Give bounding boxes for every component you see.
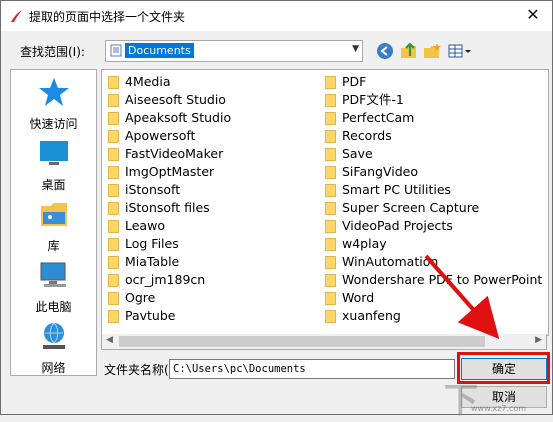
back-icon[interactable] [375,41,395,61]
library-icon [40,203,67,226]
list-item[interactable]: Aiseesoft Studio [108,91,226,109]
list-item[interactable]: Pavtube [108,307,175,325]
folder-icon [108,94,119,107]
list-item[interactable]: Log Files [108,235,179,253]
folder-icon [325,202,336,215]
folder-icon [325,220,336,233]
star-icon [38,78,69,106]
up-folder-icon[interactable] [399,41,419,61]
folder-icon [108,112,119,125]
list-item[interactable]: PDF [325,73,366,91]
places-bar: 快速访问 桌面 库 此电脑 网络 [10,69,97,376]
folder-icon [325,148,336,161]
close-icon[interactable]: ✕ [522,4,544,26]
look-in-dropdown[interactable]: Documents ▼ [105,40,363,62]
list-item[interactable]: PerfectCam [325,109,414,127]
scroll-right-icon[interactable]: ▶ [535,335,542,345]
folder-icon [325,292,336,305]
folder-icon [325,184,336,197]
list-item[interactable]: Apeaksoft Studio [108,109,231,127]
desktop-icon [39,141,68,165]
folder-icon [325,310,336,323]
list-item[interactable]: 4Media [108,73,171,91]
title-bar: 提取的页面中选择一个文件夹 ✕ [1,1,552,31]
list-item[interactable]: xuanfeng [325,307,401,325]
app-logo-icon [11,10,22,22]
folder-icon [108,148,119,161]
folder-picker-dialog: 提取的页面中选择一个文件夹 ✕ 查找范围(I): Documents ▼ 快速访… [0,0,553,421]
list-item[interactable]: Apowersoft [108,127,195,145]
folder-icon [325,274,336,287]
folder-icon [325,130,336,143]
place-quick-access[interactable]: 快速访问 [11,76,96,132]
folder-name-input[interactable]: C:\Users\pc\Documents [169,359,455,379]
current-location: Documents [125,43,194,58]
place-label: 快速访问 [29,117,78,131]
list-item[interactable]: ocr_jm189cn [108,271,205,289]
list-item[interactable]: Records [325,127,392,145]
folder-icon [108,274,119,287]
place-label: 此电脑 [35,300,72,314]
place-label: 桌面 [41,178,66,192]
place-network[interactable]: 网络 [11,320,96,376]
place-label: 网络 [41,361,66,375]
folder-icon [108,238,119,251]
list-item[interactable]: ImgOptMaster [108,163,214,181]
place-this-pc[interactable]: 此电脑 [11,259,96,315]
place-desktop[interactable]: 桌面 [11,137,96,193]
view-menu-icon[interactable] [447,41,473,61]
folder-icon [108,202,119,215]
list-item[interactable]: Smart PC Utilities [325,181,451,199]
folder-icon [108,184,119,197]
list-item[interactable]: PDF文件-1 [325,91,404,109]
list-item[interactable]: VideoPad Projects [325,217,453,235]
folder-icon [108,76,119,89]
list-item[interactable]: WinAutomation [325,253,438,271]
list-item[interactable]: FastVideoMaker [108,145,223,163]
folder-list: 4Media Aiseesoft Studio Apeaksoft Studio… [101,69,549,336]
list-item[interactable]: Word [325,289,374,307]
folder-icon [108,130,119,143]
folder-icon [108,220,119,233]
watermark-text: www.xz7.com [471,404,527,413]
folder-icon [108,166,119,179]
list-item[interactable]: w4play [325,235,387,253]
list-item[interactable]: Save [325,145,373,163]
folder-icon [325,256,336,269]
scrollbar-thumb[interactable] [119,336,485,347]
folder-icon [108,256,119,269]
new-folder-icon[interactable] [422,41,442,61]
list-item[interactable]: iStonsoft [108,181,180,199]
scroll-left-icon[interactable]: ◀ [106,335,113,345]
horizontal-scrollbar[interactable]: ◀ ▶ [101,334,547,350]
place-libraries[interactable]: 库 [11,198,96,254]
folder-icon [108,292,119,305]
network-icon [42,322,65,349]
folder-icon [325,238,336,251]
list-item[interactable]: Super Screen Capture [325,199,479,217]
list-item[interactable]: MiaTable [108,253,179,271]
window-title: 提取的页面中选择一个文件夹 [29,10,186,24]
chevron-down-icon[interactable]: ▼ [352,44,359,54]
list-item[interactable]: Ogre [108,289,155,307]
computer-icon [40,262,66,287]
look-in-label: 查找范围(I): [20,45,85,59]
folder-icon [108,310,119,323]
folder-icon [325,112,336,125]
documents-folder-icon [110,44,122,57]
place-label: 库 [47,239,60,253]
list-item[interactable]: Wondershare PDF to PowerPoint [325,271,542,289]
folder-icon [325,76,336,89]
list-item[interactable]: iStonsoft files [108,199,210,217]
list-item[interactable]: SiFangVideo [325,163,418,181]
list-item[interactable]: Leawo [108,217,165,235]
folder-icon [325,94,336,107]
folder-icon [325,166,336,179]
